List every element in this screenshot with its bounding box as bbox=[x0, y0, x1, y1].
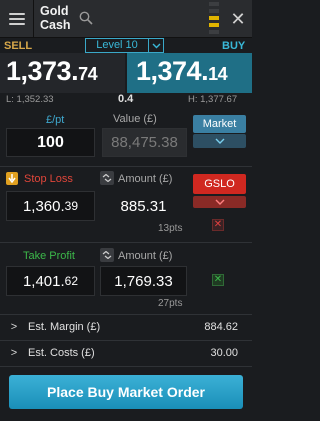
buy-label: BUY bbox=[222, 40, 246, 52]
stop-type-dropdown[interactable] bbox=[193, 196, 246, 208]
take-profit-label: Take Profit bbox=[23, 250, 75, 262]
chevron-right-icon: > bbox=[10, 347, 18, 359]
hamburger-icon bbox=[8, 13, 25, 25]
points-size-label: £/pt bbox=[46, 114, 65, 126]
level-selector[interactable]: Level 10 bbox=[85, 38, 164, 53]
divider bbox=[0, 166, 252, 167]
points-size-input[interactable]: 100 bbox=[6, 128, 95, 157]
chevron-down-icon bbox=[215, 199, 224, 205]
signal-strength-icon bbox=[209, 2, 219, 35]
stop-type-button[interactable]: GSLO bbox=[193, 174, 246, 194]
spread-value: 0.4 bbox=[118, 93, 134, 105]
take-profit-amount-input[interactable]: 1,769.33 bbox=[100, 266, 187, 296]
place-order-button[interactable]: Place Buy Market Order bbox=[9, 375, 243, 409]
chevron-right-icon: > bbox=[10, 321, 18, 333]
stop-loss-amount-label: Amount (£) bbox=[118, 173, 173, 185]
buy-price[interactable]: 1,374.14 bbox=[136, 56, 228, 87]
swap-icon bbox=[102, 174, 112, 182]
value-input[interactable]: 88,475.38 bbox=[102, 128, 187, 157]
value-label: Value (£) bbox=[113, 113, 157, 125]
amount-toggle[interactable] bbox=[100, 171, 114, 185]
divider bbox=[0, 366, 252, 367]
swap-icon bbox=[102, 251, 112, 259]
chevron-down-icon bbox=[148, 39, 163, 52]
market-title: Gold Cash bbox=[40, 4, 71, 32]
chevron-down-icon bbox=[215, 138, 224, 144]
amount-toggle[interactable] bbox=[100, 248, 114, 262]
divider bbox=[0, 314, 252, 315]
take-profit-level-input[interactable]: 1,401. 62 bbox=[6, 266, 95, 296]
remove-take-profit-button[interactable]: ✕ bbox=[212, 274, 224, 286]
stop-loss-label: Stop Loss bbox=[24, 173, 73, 185]
sell-label: SELL bbox=[4, 40, 33, 52]
est-costs-row[interactable]: > Est. Costs (£) 30.00 bbox=[0, 342, 252, 364]
divider bbox=[0, 340, 252, 341]
stop-loss-toggle[interactable] bbox=[6, 172, 18, 185]
high-price: H: 1,377.67 bbox=[188, 94, 238, 105]
est-margin-label: Est. Margin (£) bbox=[28, 321, 101, 333]
est-margin-value: 884.62 bbox=[204, 321, 238, 333]
order-type-button[interactable]: Market bbox=[193, 115, 246, 133]
divider bbox=[0, 242, 252, 243]
order-type-dropdown[interactable] bbox=[193, 134, 246, 148]
level-label: Level 10 bbox=[96, 39, 138, 51]
take-profit-points: 27pts bbox=[158, 298, 183, 309]
remove-stop-loss-button[interactable]: ✕ bbox=[212, 219, 224, 231]
est-costs-label: Est. Costs (£) bbox=[28, 347, 95, 359]
est-margin-row[interactable]: > Est. Margin (£) 884.62 bbox=[0, 316, 252, 338]
take-profit-amount-label: Amount (£) bbox=[118, 250, 173, 262]
stop-loss-points: 13pts bbox=[158, 223, 183, 234]
stop-loss-amount-input[interactable]: 885.31 bbox=[100, 191, 187, 221]
low-price: L: 1,352.33 bbox=[6, 94, 54, 105]
arrow-down-icon bbox=[8, 174, 16, 183]
stop-loss-level-input[interactable]: 1,360. 39 bbox=[6, 191, 95, 221]
menu-button[interactable] bbox=[0, 0, 34, 38]
close-icon[interactable]: ✕ bbox=[228, 9, 248, 29]
sell-price[interactable]: 1,373.74 bbox=[6, 56, 98, 87]
est-costs-value: 30.00 bbox=[210, 347, 238, 359]
search-icon[interactable] bbox=[79, 11, 93, 25]
